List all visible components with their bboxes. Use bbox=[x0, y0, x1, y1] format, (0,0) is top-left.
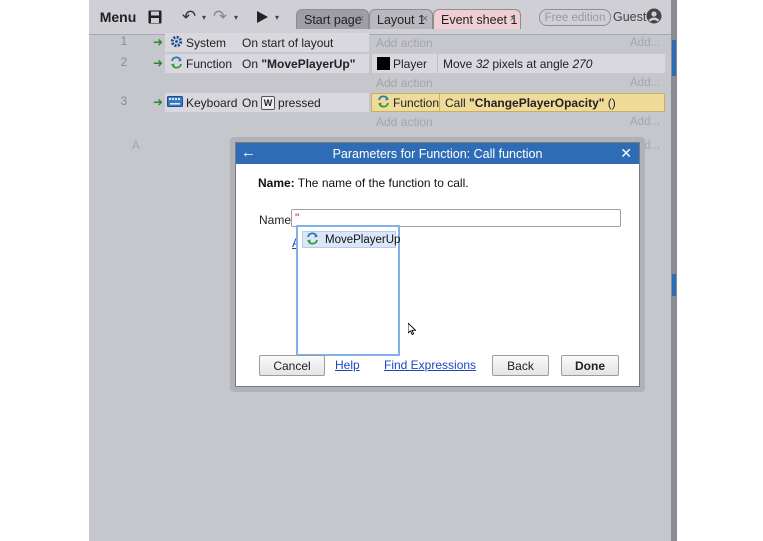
event1-condition[interactable]: On start of layout bbox=[237, 33, 369, 52]
event-number: 3 bbox=[120, 96, 128, 108]
object-name: Keyboard bbox=[186, 95, 237, 110]
find-expressions-link[interactable]: Find Expressions bbox=[384, 358, 476, 372]
parameter-description-text: The name of the function to call. bbox=[294, 176, 469, 190]
event-number: 1 bbox=[120, 36, 128, 48]
event1-object[interactable]: System bbox=[165, 33, 237, 52]
event-arrow-icon: ➜ bbox=[153, 35, 164, 49]
gear-icon bbox=[170, 35, 183, 51]
tab-label: Start page bbox=[304, 12, 362, 27]
add-link[interactable]: Add... bbox=[630, 116, 660, 128]
tab-layout-1[interactable]: Layout 1 × bbox=[369, 9, 433, 29]
dialog-title: Parameters for Function: Call function bbox=[332, 146, 543, 161]
event-arrow-icon: ➜ bbox=[153, 95, 164, 109]
parameter-description-label: Name: bbox=[258, 176, 295, 190]
function-loop-icon bbox=[306, 231, 319, 248]
object-name: System bbox=[186, 35, 227, 50]
back-button[interactable]: Back bbox=[492, 355, 549, 376]
object-name: Function bbox=[186, 56, 233, 71]
key-w-icon: W bbox=[261, 95, 276, 110]
condition-prefix: On bbox=[242, 95, 259, 110]
menu-button[interactable]: Menu bbox=[97, 0, 139, 34]
tab-label: Layout 1 bbox=[377, 12, 425, 27]
parameters-dialog: ← Parameters for Function: Call function… bbox=[235, 142, 640, 387]
player-sprite-icon bbox=[377, 57, 390, 70]
add-link[interactable]: Add... bbox=[630, 37, 660, 49]
event3-action-object[interactable]: Function bbox=[371, 93, 440, 112]
condition-function-name: "MovePlayerUp" bbox=[261, 56, 356, 71]
autocomplete-list[interactable]: MovePlayerUp bbox=[296, 225, 417, 356]
close-icon[interactable]: ✕ bbox=[620, 145, 632, 162]
redo-icon[interactable]: ↷ bbox=[209, 0, 231, 34]
action-text: () bbox=[604, 95, 616, 110]
condition-prefix: On bbox=[242, 56, 262, 71]
event2-action[interactable]: Move 32 pixels at angle 270 bbox=[437, 54, 665, 73]
cancel-button[interactable]: Cancel bbox=[259, 355, 325, 376]
done-button[interactable]: Done bbox=[561, 355, 619, 376]
event3-condition[interactable]: On W pressed bbox=[237, 93, 369, 112]
undo-dropdown-icon[interactable]: ▾ bbox=[199, 0, 209, 34]
autocomplete-item[interactable]: MovePlayerUp bbox=[302, 231, 400, 248]
construct-editor: Menu ↶ ▾ ↷ ▾ ▾ Start page × Layout 1 × E… bbox=[89, 0, 675, 541]
action-value: 32 bbox=[475, 56, 490, 71]
function-loop-icon bbox=[377, 94, 390, 111]
action-object-name: Player bbox=[393, 56, 428, 71]
add-action-link[interactable]: Add action bbox=[371, 33, 491, 52]
mouse-cursor-icon bbox=[407, 321, 417, 336]
dialog-title-bar: ← Parameters for Function: Call function… bbox=[236, 143, 639, 164]
redo-dropdown-icon[interactable]: ▾ bbox=[231, 0, 241, 34]
undo-icon[interactable]: ↶ bbox=[178, 0, 200, 34]
parameter-description: Name: The name of the function to call. bbox=[258, 176, 469, 190]
action-text: pixels at angle bbox=[489, 56, 573, 71]
tab-label: Event sheet 1 bbox=[441, 12, 518, 27]
back-arrow-icon[interactable]: ← bbox=[241, 144, 256, 161]
event3-object[interactable]: Keyboard bbox=[165, 93, 237, 112]
user-avatar-icon[interactable] bbox=[646, 8, 662, 24]
tab-event-sheet-1[interactable]: Event sheet 1 × bbox=[433, 9, 521, 29]
free-edition-badge[interactable]: Free edition bbox=[539, 9, 611, 26]
name-label: Name bbox=[259, 213, 292, 227]
help-link[interactable]: Help bbox=[335, 358, 360, 372]
play-icon[interactable] bbox=[254, 0, 270, 34]
add-event-partial-label[interactable]: A bbox=[132, 140, 140, 152]
event3-action[interactable]: Call "ChangePlayerOpacity" () bbox=[439, 93, 665, 112]
keyboard-icon bbox=[167, 95, 183, 110]
window-edge-accent bbox=[672, 40, 676, 76]
action-function-name: "ChangePlayerOpacity" bbox=[469, 95, 605, 110]
event-arrow-icon: ➜ bbox=[153, 56, 164, 70]
window-edge-accent bbox=[672, 274, 676, 296]
action-text: Move bbox=[443, 56, 476, 71]
toolbar: Menu ↶ ▾ ↷ ▾ ▾ Start page × Layout 1 × E… bbox=[89, 0, 675, 35]
autocomplete-item-label: MovePlayerUp bbox=[325, 233, 401, 246]
play-dropdown-icon[interactable]: ▾ bbox=[272, 0, 282, 34]
event2-action-object[interactable]: Player bbox=[371, 54, 437, 73]
tab-close-icon[interactable]: × bbox=[358, 13, 364, 25]
action-value: 270 bbox=[572, 56, 593, 71]
add-action-link[interactable]: Add action bbox=[371, 112, 491, 131]
tab-close-icon[interactable]: × bbox=[510, 13, 516, 25]
function-loop-icon bbox=[170, 55, 183, 72]
action-text: Call bbox=[445, 95, 470, 110]
condition-text: On start of layout bbox=[242, 35, 334, 50]
event-number: 2 bbox=[120, 57, 128, 69]
tab-start-page[interactable]: Start page × bbox=[296, 9, 369, 29]
add-action-link[interactable]: Add action bbox=[371, 73, 491, 92]
user-name-label[interactable]: Guest bbox=[613, 10, 646, 24]
action-object-name: Function bbox=[393, 95, 440, 110]
event2-object[interactable]: Function bbox=[165, 54, 237, 73]
window-edge bbox=[671, 0, 677, 541]
save-icon[interactable] bbox=[145, 0, 165, 34]
add-link[interactable]: Add... bbox=[630, 77, 660, 89]
event2-condition[interactable]: On "MovePlayerUp" bbox=[237, 54, 369, 73]
condition-suffix: pressed bbox=[278, 95, 321, 110]
tab-close-icon[interactable]: × bbox=[422, 13, 428, 25]
